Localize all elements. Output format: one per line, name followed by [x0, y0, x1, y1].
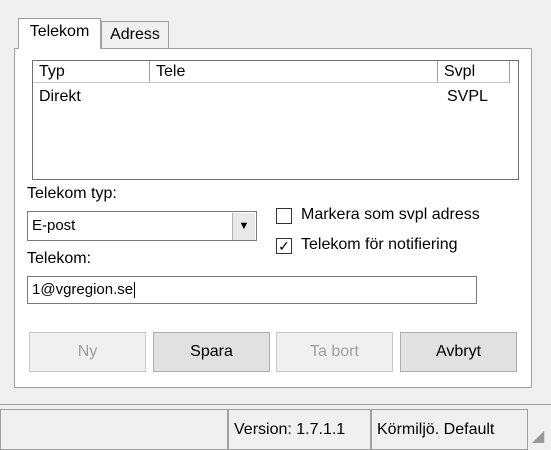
avbryt-button[interactable]: Avbryt: [400, 332, 517, 372]
tab-telekom[interactable]: Telekom: [18, 18, 101, 49]
column-header-typ[interactable]: Typ: [33, 61, 150, 83]
checkbox-svpl-label[interactable]: Markera som svpl adress: [301, 206, 480, 224]
resize-grip-icon[interactable]: ◢: [532, 426, 544, 446]
check-mark-icon: ✓: [278, 238, 290, 254]
list-item-svpl[interactable]: SVPL: [447, 88, 488, 106]
checkbox-notifiering[interactable]: ✓: [276, 238, 292, 254]
checkbox-notifiering-label[interactable]: Telekom för notifiering: [301, 236, 458, 254]
status-version: Version: 1.7.1.1: [228, 409, 371, 450]
telekom-list[interactable]: Typ Tele Svpl Direkt SVPL: [32, 60, 519, 180]
checkbox-svpl[interactable]: [276, 208, 292, 224]
spara-button[interactable]: Spara: [153, 332, 270, 372]
telekom-typ-label: Telekom typ:: [27, 185, 117, 202]
ny-button[interactable]: Ny: [29, 332, 146, 372]
tab-adress[interactable]: Adress: [101, 21, 169, 49]
status-env: Körmiljö. Default: [371, 409, 528, 450]
list-item-typ[interactable]: Direkt: [39, 88, 81, 106]
telekom-label: Telekom:: [27, 250, 92, 267]
column-header-svpl[interactable]: Svpl: [438, 61, 510, 83]
chevron-down-icon[interactable]: ▼: [232, 213, 255, 240]
telekom-typ-value: E-post: [32, 217, 76, 234]
ta-bort-button[interactable]: Ta bort: [276, 332, 393, 372]
telekom-typ-select[interactable]: E-post ▼: [27, 211, 257, 241]
column-header-tele[interactable]: Tele: [150, 61, 438, 83]
text-caret: [134, 282, 136, 299]
status-pane-empty: [0, 409, 228, 450]
telekom-input-value: 1@vgregion.se: [32, 281, 134, 298]
telekom-input[interactable]: 1@vgregion.se: [27, 276, 477, 304]
